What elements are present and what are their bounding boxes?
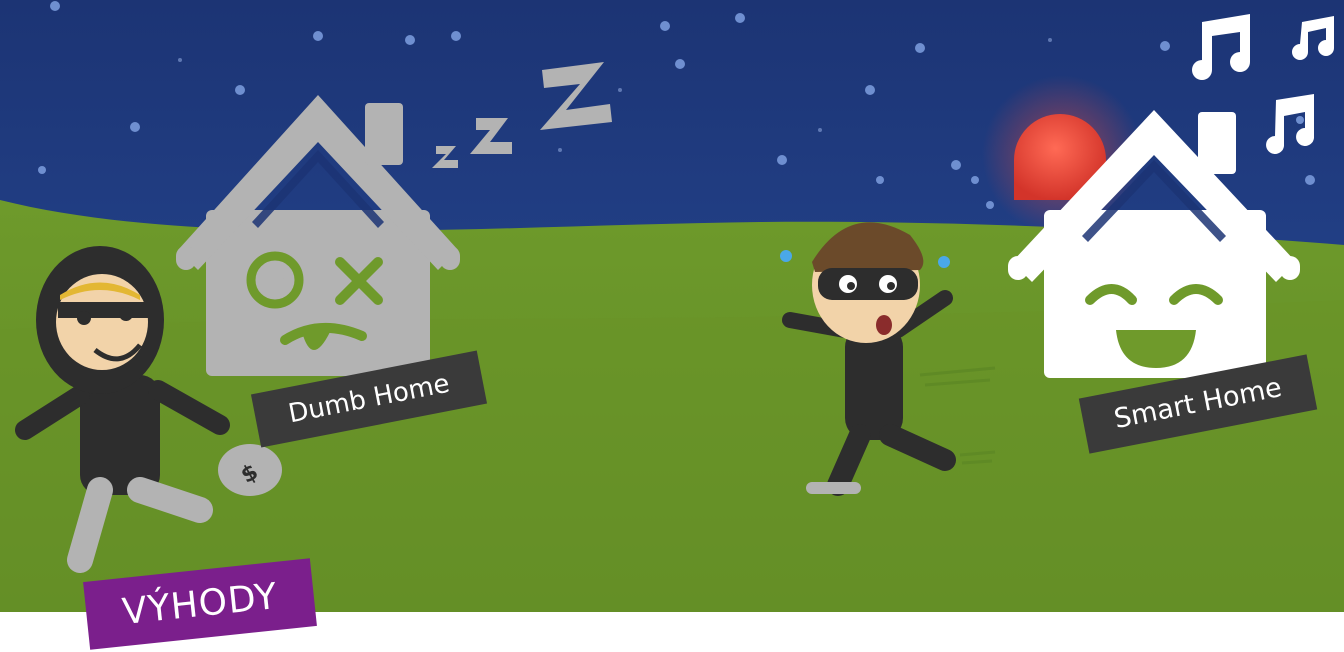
scene-svg: $	[0, 0, 1344, 652]
hero-illustration: $ Dumb Home Smart Home VÝHODY	[0, 0, 1344, 652]
